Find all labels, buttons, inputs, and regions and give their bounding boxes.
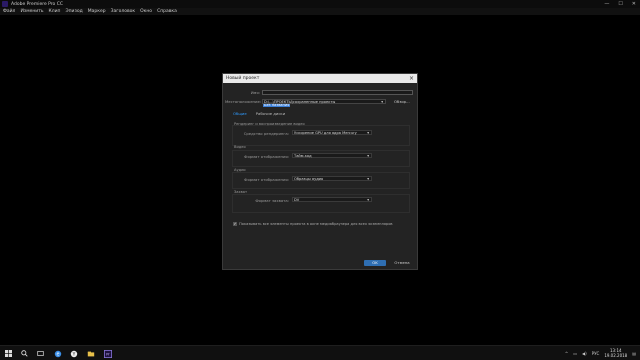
video-format-value: Тайм-код <box>294 154 312 158</box>
menu-window[interactable]: Окно <box>140 9 152 14</box>
menu-clip[interactable]: Клип <box>49 9 61 14</box>
location-label: Местоположение: <box>225 99 262 104</box>
render-section-title: Рендеринг и воспроизведение видео <box>234 122 305 126</box>
renderer-label: Средство рендеринга: <box>243 131 289 136</box>
chevron-down-icon: ▾ <box>381 100 383 104</box>
location-select[interactable]: D:\...\ПРОЕКТЫ\сохраненные проекты ▾ <box>262 99 386 104</box>
svg-text:e: e <box>56 352 59 357</box>
task-view-icon[interactable] <box>36 349 45 358</box>
clock-date: 19.02.2018 <box>604 353 628 358</box>
video-format-select[interactable]: Тайм-код ▾ <box>292 153 372 158</box>
browse-button[interactable]: Обзор... <box>394 99 410 104</box>
menu-bar: Файл Изменить Клип Эпизод Маркер Заголов… <box>0 8 640 15</box>
windows-icon[interactable] <box>4 349 13 358</box>
tab-scratch-disks[interactable]: Рабочие диски <box>256 111 285 116</box>
menu-help[interactable]: Справка <box>157 9 177 14</box>
name-input[interactable]: Без названия <box>262 90 413 107</box>
capture-format-label: Формат захвата: <box>255 198 289 203</box>
video-format-label: Формат отображения: <box>244 154 289 159</box>
premiere-icon[interactable]: Pr <box>103 349 112 358</box>
minimize-button[interactable]: — <box>604 1 609 7</box>
dialog-title: Новый проект <box>226 76 260 81</box>
system-tray: ^ ▭ ◀) РУС 13:14 19.02.2018 ▤ <box>565 348 636 358</box>
menu-edit[interactable]: Изменить <box>20 9 43 14</box>
renderer-value: Ускорение GPU для ядра Mercury <box>294 131 357 135</box>
maximize-button[interactable]: ☐ <box>618 1 622 7</box>
dialog-header: Новый проект × <box>223 74 417 83</box>
window-titlebar: Adobe Premiere Pro CC — ☐ ✕ <box>0 0 640 8</box>
location-value: D:\...\ПРОЕКТЫ\сохраненные проекты <box>264 100 336 104</box>
network-icon[interactable]: ▭ <box>573 351 577 356</box>
capture-format-select[interactable]: DV ▾ <box>292 197 372 202</box>
menu-marker[interactable]: Маркер <box>88 9 106 14</box>
chevron-down-icon: ▾ <box>367 154 369 158</box>
menu-sequence[interactable]: Эпизод <box>65 9 82 14</box>
edge-icon[interactable]: e <box>53 349 62 358</box>
audio-format-select[interactable]: Образцы аудио ▾ <box>292 176 372 181</box>
renderer-select[interactable]: Ускорение GPU для ядра Mercury ▾ <box>292 130 372 135</box>
menu-file[interactable]: Файл <box>3 9 15 14</box>
volume-icon[interactable]: ◀) <box>582 351 587 356</box>
tab-general[interactable]: Общие <box>233 111 247 116</box>
show-all-items-label: Показывать все элементы проекта в окне м… <box>239 222 393 226</box>
audio-format-label: Формат отображения: <box>244 177 289 182</box>
show-all-items-option: ✓ Показывать все элементы проекта в окне… <box>233 222 393 226</box>
svg-text:Y: Y <box>71 351 75 357</box>
tab-bar: Общие Рабочие диски <box>233 111 285 116</box>
window-title: Adobe Premiere Pro CC <box>11 1 64 7</box>
search-icon[interactable] <box>20 349 29 358</box>
menu-title[interactable]: Заголовок <box>111 9 136 14</box>
capture-format-value: DV <box>294 198 300 202</box>
yandex-icon[interactable]: Y <box>69 349 78 358</box>
notifications-icon[interactable]: ▤ <box>632 351 636 356</box>
capture-section-title: Захват <box>234 190 248 194</box>
explorer-icon[interactable] <box>86 349 95 358</box>
close-window-button[interactable]: ✕ <box>632 1 636 7</box>
premiere-logo-icon <box>2 1 8 7</box>
video-section-title: Видео <box>234 145 246 149</box>
audio-format-value: Образцы аудио <box>294 177 324 181</box>
chevron-down-icon: ▾ <box>367 198 369 202</box>
ok-button[interactable]: OK <box>364 260 386 266</box>
svg-text:Pr: Pr <box>106 352 110 356</box>
audio-section-title: Аудио <box>234 168 246 172</box>
clock[interactable]: 13:14 19.02.2018 <box>604 348 627 358</box>
language-indicator[interactable]: РУС <box>592 351 600 356</box>
dialog-close-icon[interactable]: × <box>409 75 414 82</box>
name-label: Имя: <box>250 90 260 95</box>
show-all-items-checkbox[interactable]: ✓ <box>233 222 237 226</box>
chevron-down-icon: ▾ <box>367 131 369 135</box>
taskbar: e Y Pr ^ ▭ ◀) РУС 13:14 19.02.2018 ▤ <box>0 345 640 360</box>
chevron-down-icon: ▾ <box>367 177 369 181</box>
new-project-dialog: Новый проект × Имя: Без названия Местопо… <box>222 73 418 270</box>
cancel-button[interactable]: Отмена <box>392 260 412 266</box>
tray-expand-icon[interactable]: ^ <box>565 351 568 356</box>
